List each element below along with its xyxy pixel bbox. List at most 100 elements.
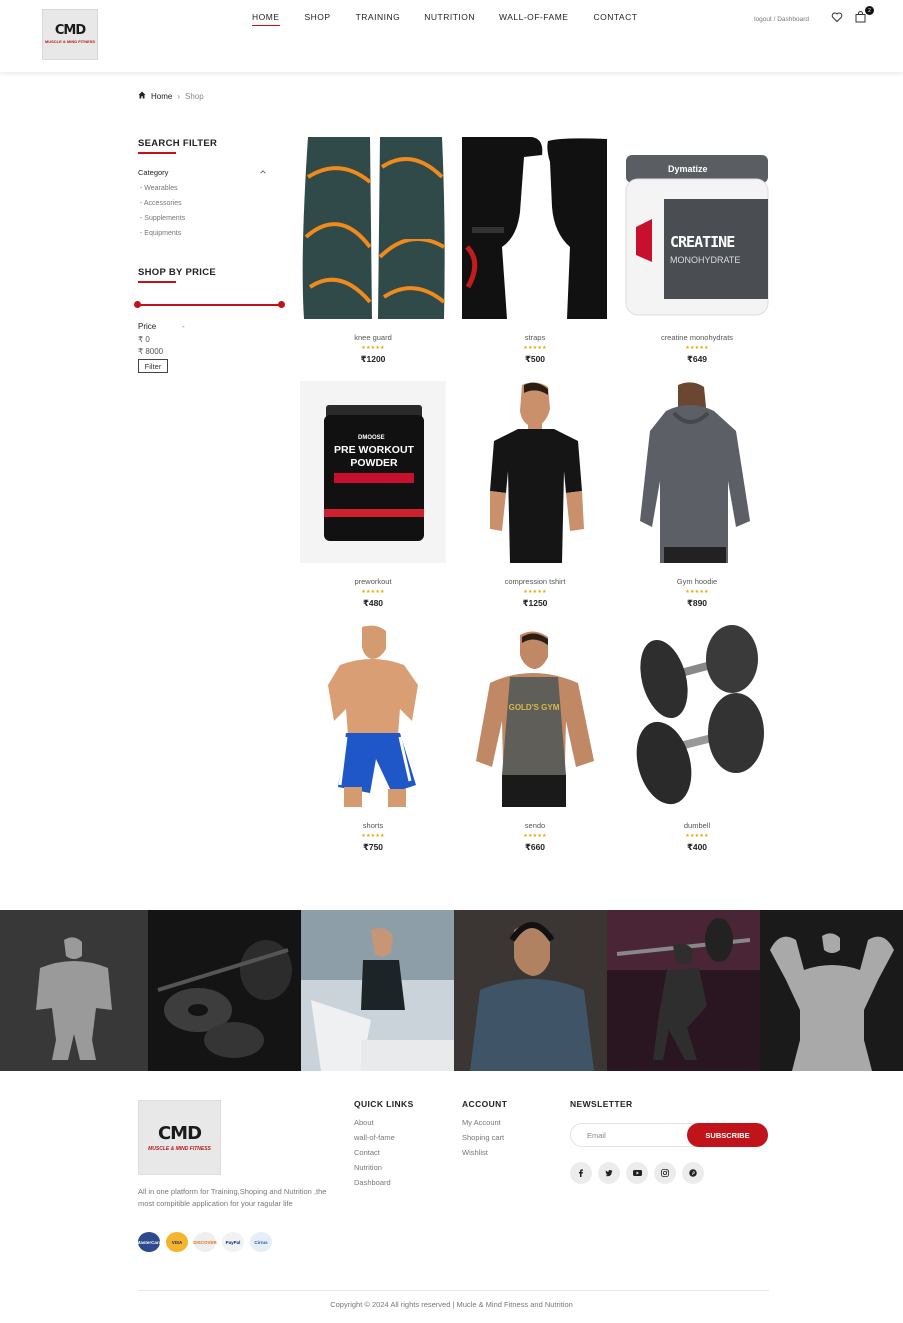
footer-link-nutrition[interactable]: Nutrition xyxy=(354,1163,395,1178)
product-image-compression-tshirt[interactable] xyxy=(462,381,608,563)
product-card[interactable]: Gym hoodie ★★★★★ ₹890 xyxy=(624,381,770,609)
product-rating: ★★★★★ xyxy=(685,589,709,595)
product-image-preworkout[interactable]: DMOOSE PRE WORKOUT POWDER xyxy=(300,381,446,563)
newsletter-form: Email SUBSCRIBE xyxy=(570,1123,768,1147)
account-title: ACCOUNT xyxy=(462,1099,508,1109)
price-max-handle[interactable] xyxy=(278,301,285,308)
breadcrumb-current: Shop xyxy=(185,91,204,101)
paypal-icon: PayPal xyxy=(222,1232,244,1252)
youtube-icon[interactable] xyxy=(626,1162,648,1184)
product-name[interactable]: Gym hoodie xyxy=(624,577,770,586)
product-image-knee-guard[interactable] xyxy=(300,137,446,319)
product-name[interactable]: compression tshirt xyxy=(462,577,608,586)
product-name[interactable]: sendo xyxy=(462,821,608,830)
account-links-list: My Account Shoping cart Wishlist xyxy=(462,1118,504,1163)
quick-links-list: About wall-of-fame Contact Nutrition Das… xyxy=(354,1118,395,1193)
nav-home[interactable]: HOME xyxy=(252,12,280,26)
footer-link-shopping-cart[interactable]: Shoping cart xyxy=(462,1133,504,1148)
logo-mark: CMD xyxy=(54,23,86,38)
price-min-value: ₹ 0 xyxy=(138,335,150,344)
instagram-icon[interactable] xyxy=(654,1162,676,1184)
bag-icon[interactable]: 2 xyxy=(855,6,874,24)
product-price: ₹400 xyxy=(686,842,708,852)
product-card[interactable]: DMOOSE PRE WORKOUT POWDER preworkout ★★★… xyxy=(300,381,446,609)
product-image-dumbell[interactable] xyxy=(624,625,770,807)
subscribe-button[interactable]: SUBSCRIBE xyxy=(687,1123,768,1147)
creatine-title: CREATINE xyxy=(670,233,735,251)
product-name[interactable]: shorts xyxy=(300,821,446,830)
product-card[interactable]: straps ★★★★★ ₹500 xyxy=(462,137,608,365)
price-min-handle[interactable] xyxy=(134,301,141,308)
footer-link-contact[interactable]: Contact xyxy=(354,1148,395,1163)
footer-link-my-account[interactable]: My Account xyxy=(462,1118,504,1133)
account-link[interactable]: logout / Dashboard xyxy=(754,16,809,23)
heart-icon[interactable] xyxy=(831,10,845,24)
product-price: ₹500 xyxy=(524,354,546,364)
nav-training[interactable]: TRAINING xyxy=(356,12,401,26)
footer-description: All in one platform for Training,Shoping… xyxy=(138,1187,327,1208)
copyright-text: Copyright © 2024 All rights reserved | M… xyxy=(330,1300,573,1309)
product-card[interactable]: compression tshirt ★★★★★ ₹1250 xyxy=(462,381,608,609)
footer-link-dashboard[interactable]: Dashboard xyxy=(354,1178,395,1193)
breadcrumb-home[interactable]: Home xyxy=(151,92,172,101)
product-rating: ★★★★★ xyxy=(685,833,709,839)
email-input[interactable]: Email xyxy=(587,1131,606,1140)
category-label: Category xyxy=(138,168,169,177)
filter-button[interactable]: Filter xyxy=(138,359,168,373)
gallery-strip xyxy=(0,910,903,1071)
product-card[interactable]: Dymatize CREATINE MONOHYDRATE creatine m… xyxy=(624,137,770,365)
gallery-image-man-headphones xyxy=(454,910,607,1071)
nav-wall-of-fame[interactable]: WALL-OF-FAME xyxy=(499,12,568,26)
product-card[interactable]: knee guard ★★★★★ ₹1200 xyxy=(300,137,446,365)
price-dash: - xyxy=(182,322,185,331)
product-card[interactable]: dumbell ★★★★★ ₹400 xyxy=(624,625,770,853)
price-range-slider[interactable] xyxy=(134,301,285,308)
category-toggle[interactable]: Category xyxy=(138,168,266,177)
product-rating: ★★★★★ xyxy=(523,345,547,351)
product-name[interactable]: dumbell xyxy=(624,821,770,830)
twitter-icon[interactable] xyxy=(598,1162,620,1184)
product-rating: ★★★★★ xyxy=(361,833,385,839)
product-image-shorts[interactable] xyxy=(300,625,446,807)
pinterest-icon[interactable] xyxy=(682,1162,704,1184)
site-logo[interactable]: CMD MUSCLE & MIND FITNESS xyxy=(42,9,98,60)
product-card[interactable]: shorts ★★★★★ ₹750 xyxy=(300,625,446,853)
nav-contact[interactable]: CONTACT xyxy=(593,12,637,26)
category-item[interactable]: - Wearables xyxy=(140,184,185,199)
category-item-label: Supplements xyxy=(144,215,186,222)
header-actions: logout / Dashboard 2 xyxy=(754,6,874,24)
product-image-gym-hoodie[interactable] xyxy=(624,381,770,563)
nav-nutrition[interactable]: NUTRITION xyxy=(424,12,475,26)
creatine-subtitle: MONOHYDRATE xyxy=(670,255,741,265)
product-name[interactable]: creatine monohydrats xyxy=(624,333,770,342)
shop-by-price-title: SHOP BY PRICE xyxy=(138,267,216,283)
category-item-label: Accessories xyxy=(143,200,182,207)
product-name[interactable]: preworkout xyxy=(300,577,446,586)
gallery-image-treadmill-woman xyxy=(301,910,454,1071)
preworkout-title-1: PRE WORKOUT xyxy=(334,444,414,456)
visa-icon: VISA xyxy=(166,1232,188,1252)
chevron-up-icon[interactable] xyxy=(260,168,266,177)
product-price: ₹649 xyxy=(686,354,708,364)
product-name[interactable]: straps xyxy=(462,333,608,342)
footer-link-wall-of-fame[interactable]: wall-of-fame xyxy=(354,1133,395,1148)
search-filter-title: SEARCH FILTER xyxy=(138,138,217,154)
footer-logo[interactable]: CMD MUSCLE & MIND FITNESS xyxy=(138,1100,221,1175)
product-rating: ★★★★★ xyxy=(523,833,547,839)
footer-link-about[interactable]: About xyxy=(354,1118,395,1133)
product-image-sendo[interactable]: GOLD'S GYM xyxy=(462,625,608,807)
product-image-straps[interactable] xyxy=(462,137,608,319)
facebook-icon[interactable] xyxy=(570,1162,592,1184)
product-rating: ★★★★★ xyxy=(523,589,547,595)
product-image-creatine[interactable]: Dymatize CREATINE MONOHYDRATE xyxy=(624,137,770,319)
product-card[interactable]: GOLD'S GYM sendo ★★★★★ ₹660 xyxy=(462,625,608,853)
gallery-image-bodybuilder-pose xyxy=(0,910,148,1071)
category-item[interactable]: - Accessories xyxy=(140,199,185,214)
category-item[interactable]: - Supplements xyxy=(140,214,185,229)
product-name[interactable]: knee guard xyxy=(300,333,446,342)
footer-link-wishlist[interactable]: Wishlist xyxy=(462,1148,504,1163)
category-item[interactable]: - Equipments xyxy=(140,229,185,244)
breadcrumb-separator: › xyxy=(177,91,181,101)
creatine-brand: Dymatize xyxy=(668,164,708,174)
nav-shop[interactable]: SHOP xyxy=(305,12,331,26)
